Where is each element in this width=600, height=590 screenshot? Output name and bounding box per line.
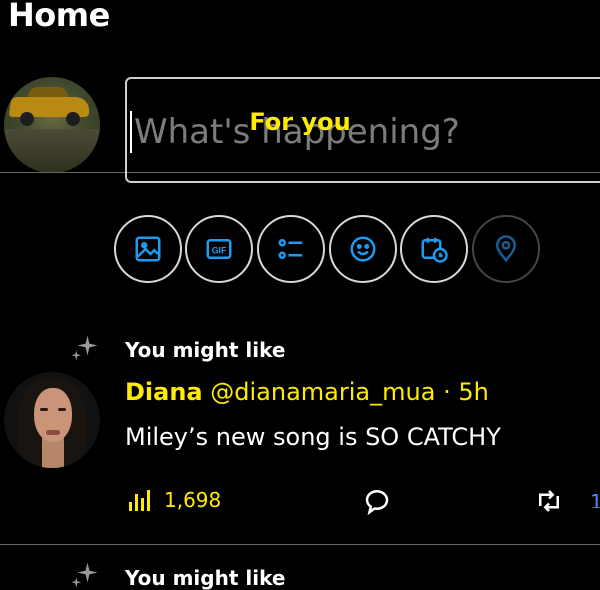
schedule-icon <box>421 237 448 263</box>
page-title: Home <box>8 0 110 34</box>
author-avatar[interactable] <box>4 372 100 468</box>
image-icon <box>135 236 161 262</box>
views-count: 1,698 <box>164 488 222 512</box>
repost-icon[interactable] <box>532 486 566 516</box>
tab-for-you[interactable]: For you <box>0 108 600 136</box>
poll-icon <box>278 239 303 259</box>
like-button[interactable]: 1 <box>590 490 600 508</box>
sparkle-icon <box>71 335 98 361</box>
add-location-button[interactable] <box>472 215 540 283</box>
recommendation-label: You might like <box>125 566 286 590</box>
emoji-icon <box>350 236 376 262</box>
reply-icon[interactable] <box>360 486 394 516</box>
post-text: Miley’s new song is SO CATCHY <box>125 423 501 451</box>
divider <box>0 544 600 545</box>
add-gif-button[interactable]: GIF <box>185 215 253 283</box>
analytics-icon <box>129 490 150 511</box>
author-handle[interactable]: @dianamaria_mua <box>210 378 435 406</box>
add-poll-button[interactable] <box>257 215 325 283</box>
post-time[interactable]: 5h <box>458 378 488 406</box>
add-emoji-button[interactable] <box>329 215 397 283</box>
post-header: Diana @dianamaria_mua · 5h <box>125 378 489 406</box>
add-image-button[interactable] <box>114 215 182 283</box>
author-name[interactable]: Diana <box>125 378 203 406</box>
gif-label: GIF <box>212 245 227 255</box>
separator-dot: · <box>443 378 451 406</box>
location-icon <box>495 235 517 263</box>
schedule-post-button[interactable] <box>400 215 468 283</box>
views-button[interactable]: 1,698 <box>128 488 221 512</box>
sparkle-icon <box>71 562 98 588</box>
recommendation-label: You might like <box>125 338 286 362</box>
gif-icon: GIF <box>206 239 232 259</box>
